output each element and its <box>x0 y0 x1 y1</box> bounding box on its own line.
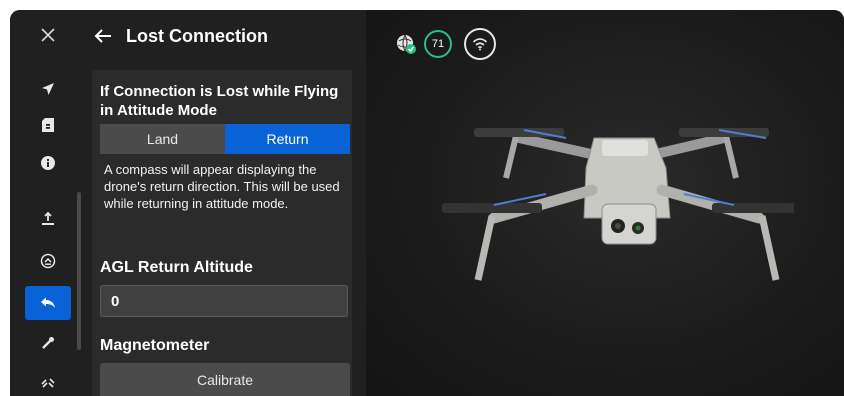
globe-check-icon <box>397 34 416 54</box>
settings-card: If Connection is Lost while Flying in At… <box>92 70 352 396</box>
rail-item-tools[interactable] <box>25 326 71 360</box>
upload-icon <box>42 212 54 225</box>
battery-value: 71 <box>431 38 445 50</box>
back-button[interactable] <box>88 21 118 51</box>
sd-card-icon <box>42 118 54 132</box>
attitude-description: A compass will appear displaying the dro… <box>104 162 340 211</box>
arrow-left-icon <box>94 29 111 43</box>
app-frame: Lost Connection If Connection is Lost wh… <box>10 10 844 396</box>
gps-status <box>392 30 420 58</box>
rail-item-info[interactable] <box>25 146 71 180</box>
wrench-icon <box>42 337 54 349</box>
rail-item-navigation[interactable] <box>25 72 71 106</box>
battery-status: 71 <box>424 30 452 58</box>
navigation-icon <box>42 83 54 95</box>
attitude-section-title: If Connection is Lost while Flying in At… <box>100 83 339 119</box>
land-option[interactable]: Land <box>100 124 225 154</box>
rail-item-sd-card[interactable] <box>25 108 71 142</box>
return-option[interactable]: Return <box>225 124 350 154</box>
agl-label: AGL Return Altitude <box>100 259 253 276</box>
left-rail <box>10 10 82 396</box>
magnetometer-label: Magnetometer <box>100 337 210 354</box>
lost-connection-action-toggle: Land Return <box>100 124 350 154</box>
rail-scrollbar[interactable] <box>77 192 81 350</box>
rail-item-lost-connection[interactable] <box>25 286 71 320</box>
pairing-icon <box>41 378 55 388</box>
close-icon <box>41 28 55 42</box>
rail-item-upload[interactable] <box>25 202 71 236</box>
settings-panel: If Connection is Lost while Flying in At… <box>82 62 366 396</box>
signal-status <box>464 28 496 60</box>
calibrate-button[interactable]: Calibrate <box>100 363 350 396</box>
panel-header: Lost Connection <box>82 10 366 62</box>
close-button[interactable] <box>25 18 71 52</box>
wifi-icon <box>472 38 488 51</box>
drone-image <box>442 128 794 281</box>
drone-viewer: 71 <box>366 10 844 396</box>
info-icon <box>41 156 55 170</box>
page-title: Lost Connection <box>126 25 268 46</box>
rail-item-return-home[interactable] <box>25 244 71 278</box>
return-home-icon <box>40 253 56 269</box>
rail-item-pairing[interactable] <box>25 366 71 396</box>
lost-connection-icon <box>41 297 55 308</box>
agl-return-altitude-input[interactable]: 0 <box>100 285 348 317</box>
